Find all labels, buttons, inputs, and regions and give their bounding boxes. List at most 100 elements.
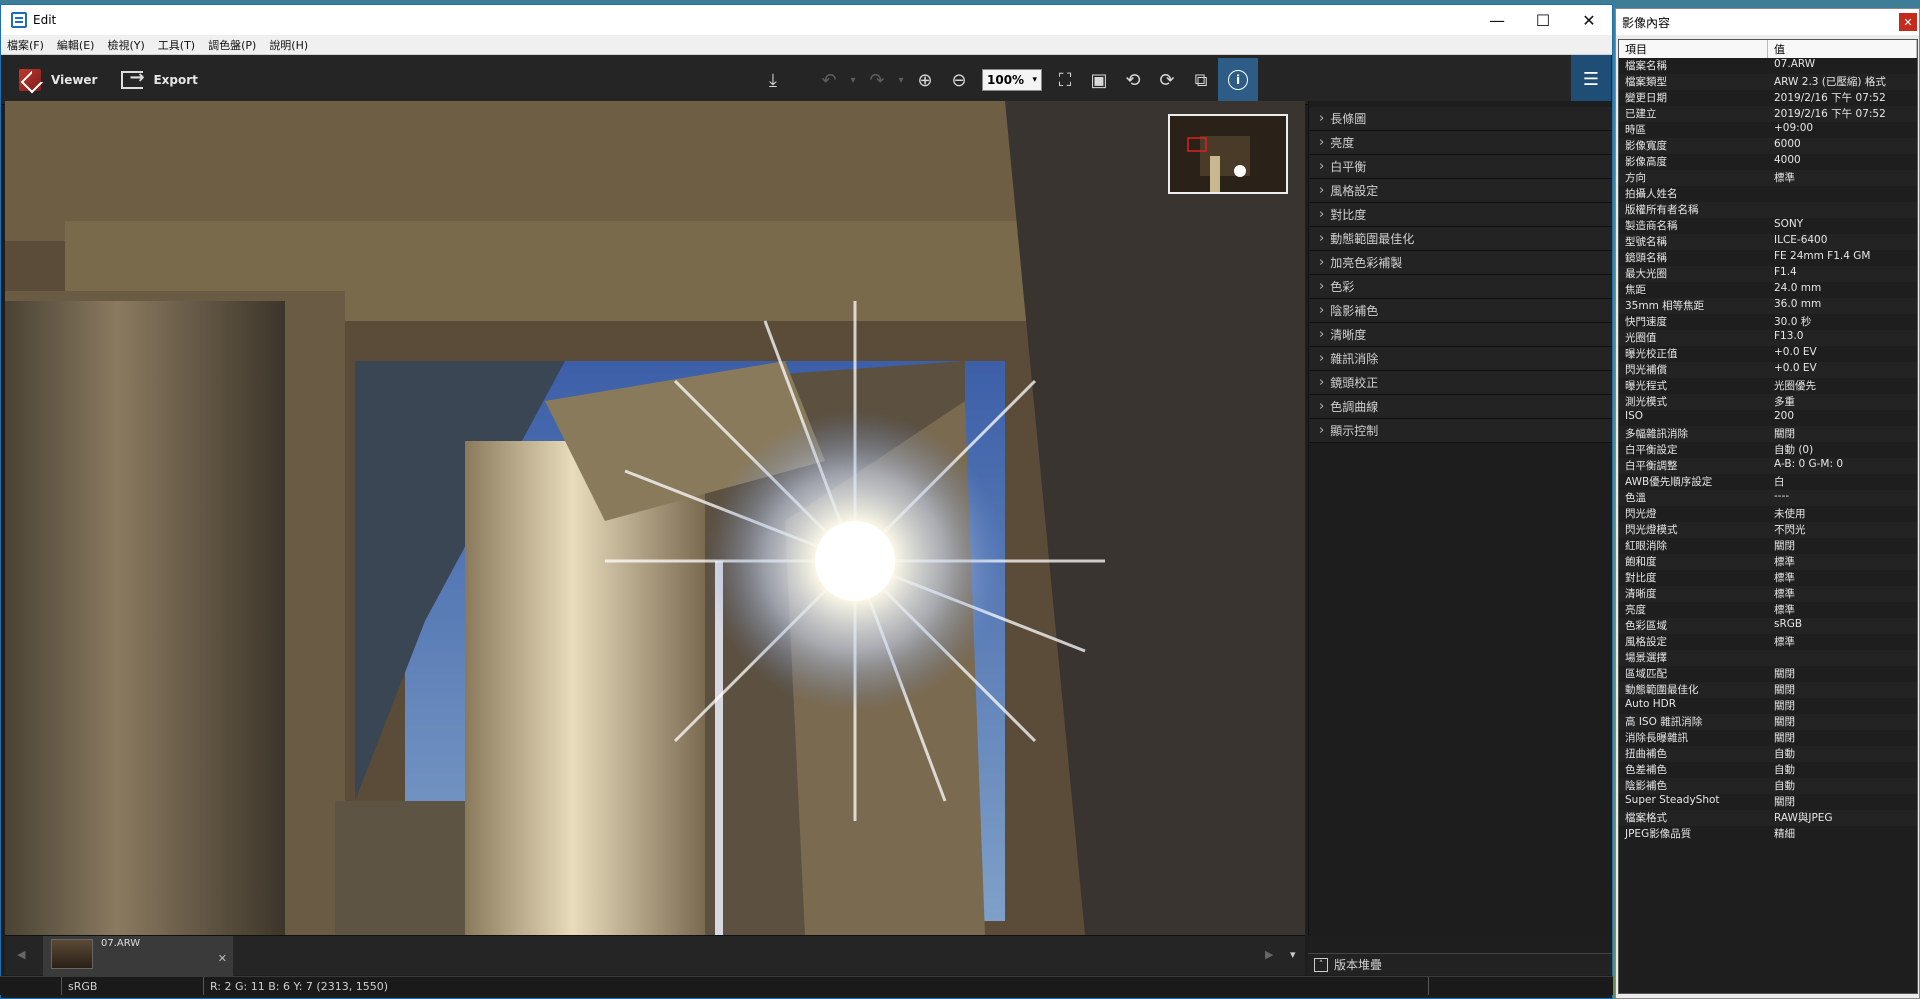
adjust-lens-correction[interactable]: › 鏡頭校正: [1309, 371, 1612, 395]
menu-tools[interactable]: 工具(T): [158, 37, 195, 53]
table-row[interactable]: 時區 +09:00: [1619, 122, 1917, 138]
close-icon[interactable]: ✕: [1899, 13, 1917, 31]
table-row[interactable]: 版權所有者名稱: [1619, 202, 1917, 218]
menu-help[interactable]: 說明(H): [269, 37, 308, 53]
table-row[interactable]: 光圈值 F13.0: [1619, 330, 1917, 346]
version-stack-bar[interactable]: ˄ 版本堆疊: [1308, 953, 1612, 975]
table-row[interactable]: 白平衡設定 自動 (0): [1619, 442, 1917, 458]
actual-size-icon[interactable]: ▣: [1082, 63, 1116, 97]
filmstrip-prev-icon[interactable]: ◀: [17, 948, 25, 961]
maximize-button[interactable]: ☐: [1520, 5, 1566, 35]
navigator-thumbnail[interactable]: [1168, 114, 1288, 194]
table-row[interactable]: 鏡頭名稱 FE 24mm F1.4 GM: [1619, 250, 1917, 266]
table-row[interactable]: 焦距 24.0 mm: [1619, 282, 1917, 298]
column-header-item[interactable]: 項目: [1619, 40, 1768, 58]
close-button[interactable]: ✕: [1566, 5, 1612, 35]
adjust-white-balance[interactable]: › 白平衡: [1309, 155, 1612, 179]
image-preview[interactable]: [5, 101, 1305, 935]
table-row[interactable]: 測光模式 多重: [1619, 394, 1917, 410]
table-row[interactable]: ISO 200: [1619, 410, 1917, 426]
table-row[interactable]: AWB優先順序設定 白: [1619, 474, 1917, 490]
table-row[interactable]: 風格設定 標準: [1619, 634, 1917, 650]
table-row[interactable]: 色彩區域 sRGB: [1619, 618, 1917, 634]
table-row[interactable]: 最大光圈 F1.4: [1619, 266, 1917, 282]
menu-view[interactable]: 檢視(Y): [107, 37, 144, 53]
table-row[interactable]: 快門速度 30.0 秒: [1619, 314, 1917, 330]
menu-edit[interactable]: 編輯(E): [57, 37, 95, 53]
table-row[interactable]: 對比度 標準: [1619, 570, 1917, 586]
table-row[interactable]: 動態範圍最佳化 關閉: [1619, 682, 1917, 698]
table-row[interactable]: 閃光燈模式 不閃光: [1619, 522, 1917, 538]
table-row[interactable]: 檔案類型 ARW 2.3 (已壓縮) 格式: [1619, 74, 1917, 90]
table-row[interactable]: 35mm 相等焦距 36.0 mm: [1619, 298, 1917, 314]
viewer-button[interactable]: Viewer: [19, 68, 97, 91]
adjust-display-control[interactable]: › 顯示控制: [1309, 419, 1612, 443]
adjust-panel-toggle[interactable]: ☰: [1571, 55, 1611, 103]
table-row[interactable]: 色差補色 自動: [1619, 762, 1917, 778]
zoom-out-icon[interactable]: ⊖: [942, 63, 976, 97]
table-row[interactable]: 已建立 2019/2/16 下午 07:52: [1619, 106, 1917, 122]
table-row[interactable]: 區域匹配 關閉: [1619, 666, 1917, 682]
table-row[interactable]: 製造商名稱 SONY: [1619, 218, 1917, 234]
adjust-color[interactable]: › 色彩: [1309, 275, 1612, 299]
adjust-tone-curve[interactable]: › 色調曲線: [1309, 395, 1612, 419]
adjust-highlight-color[interactable]: › 加亮色彩補製: [1309, 251, 1612, 275]
table-row[interactable]: 清晰度 標準: [1619, 586, 1917, 602]
table-row[interactable]: 白平衡調整 A-B: 0 G-M: 0: [1619, 458, 1917, 474]
adjust-dro[interactable]: › 動態範圍最佳化: [1309, 227, 1612, 251]
info-button[interactable]: i: [1218, 58, 1258, 102]
save-download-icon[interactable]: ⤓: [756, 63, 790, 97]
redo-dropdown-icon[interactable]: ▾: [894, 63, 908, 97]
table-row[interactable]: Auto HDR 關閉: [1619, 698, 1917, 714]
table-row[interactable]: 閃光補償 +0.0 EV: [1619, 362, 1917, 378]
table-row[interactable]: 飽和度 標準: [1619, 554, 1917, 570]
table-row[interactable]: 檔案名稱 07.ARW: [1619, 58, 1917, 74]
adjust-clarity[interactable]: › 清晰度: [1309, 323, 1612, 347]
table-row[interactable]: 紅眼消除 關閉: [1619, 538, 1917, 554]
adjust-noise-reduction[interactable]: › 雜訊消除: [1309, 347, 1612, 371]
table-row[interactable]: 檔案格式 RAW與JPEG: [1619, 810, 1917, 826]
zoom-select[interactable]: 100% ▾: [982, 69, 1042, 91]
table-row[interactable]: 陰影補色 自動: [1619, 778, 1917, 794]
adjust-shading[interactable]: › 陰影補色: [1309, 299, 1612, 323]
table-row[interactable]: 多幅雜訊消除 關閉: [1619, 426, 1917, 442]
fit-screen-icon[interactable]: ⛶: [1048, 63, 1082, 97]
table-row[interactable]: 閃光燈 未使用: [1619, 506, 1917, 522]
table-row[interactable]: 場景選擇: [1619, 650, 1917, 666]
column-header-value[interactable]: 值: [1768, 40, 1917, 58]
adjust-contrast[interactable]: › 對比度: [1309, 203, 1612, 227]
table-row[interactable]: 高 ISO 雜訊消除 關閉: [1619, 714, 1917, 730]
redo-icon[interactable]: ↷: [860, 63, 894, 97]
rotate-right-icon[interactable]: ⟳: [1150, 63, 1184, 97]
table-row[interactable]: 色溫 ----: [1619, 490, 1917, 506]
table-row[interactable]: 方向 標準: [1619, 170, 1917, 186]
table-row[interactable]: 型號名稱 ILCE-6400: [1619, 234, 1917, 250]
table-row[interactable]: 影像寬度 6000: [1619, 138, 1917, 154]
close-icon[interactable]: ✕: [218, 952, 227, 965]
adjust-histogram[interactable]: › 長條圖: [1309, 107, 1612, 131]
table-row[interactable]: 變更日期 2019/2/16 下午 07:52: [1619, 90, 1917, 106]
export-button[interactable]: Export: [121, 67, 198, 89]
table-row[interactable]: JPEG影像品質 精細: [1619, 826, 1917, 842]
adjust-brightness[interactable]: › 亮度: [1309, 131, 1612, 155]
table-row[interactable]: 影像高度 4000: [1619, 154, 1917, 170]
undo-dropdown-icon[interactable]: ▾: [846, 63, 860, 97]
filmstrip-next-icon[interactable]: ▶: [1265, 948, 1273, 961]
undo-icon[interactable]: ↶: [812, 63, 846, 97]
table-row[interactable]: 曝光程式 光圈優先: [1619, 378, 1917, 394]
table-row[interactable]: 扭曲補色 自動: [1619, 746, 1917, 762]
filmstrip-item[interactable]: 07.ARW ✕: [43, 936, 233, 976]
table-row[interactable]: 消除長曝雜訊 關閉: [1619, 730, 1917, 746]
menu-file[interactable]: 檔案(F): [7, 37, 44, 53]
table-row[interactable]: 曝光校正值 +0.0 EV: [1619, 346, 1917, 362]
table-row[interactable]: Super SteadyShot 關閉: [1619, 794, 1917, 810]
minimize-button[interactable]: —: [1474, 5, 1520, 35]
crop-icon[interactable]: ⧉: [1184, 63, 1218, 97]
rotate-left-icon[interactable]: ⟲: [1116, 63, 1150, 97]
adjust-creative-style[interactable]: › 風格設定: [1309, 179, 1612, 203]
zoom-in-icon[interactable]: ⊕: [908, 63, 942, 97]
table-row[interactable]: 拍攝人姓名: [1619, 186, 1917, 202]
table-row[interactable]: 亮度 標準: [1619, 602, 1917, 618]
filmstrip-menu-icon[interactable]: ▾: [1290, 948, 1296, 961]
menu-palette[interactable]: 調色盤(P): [208, 37, 256, 53]
